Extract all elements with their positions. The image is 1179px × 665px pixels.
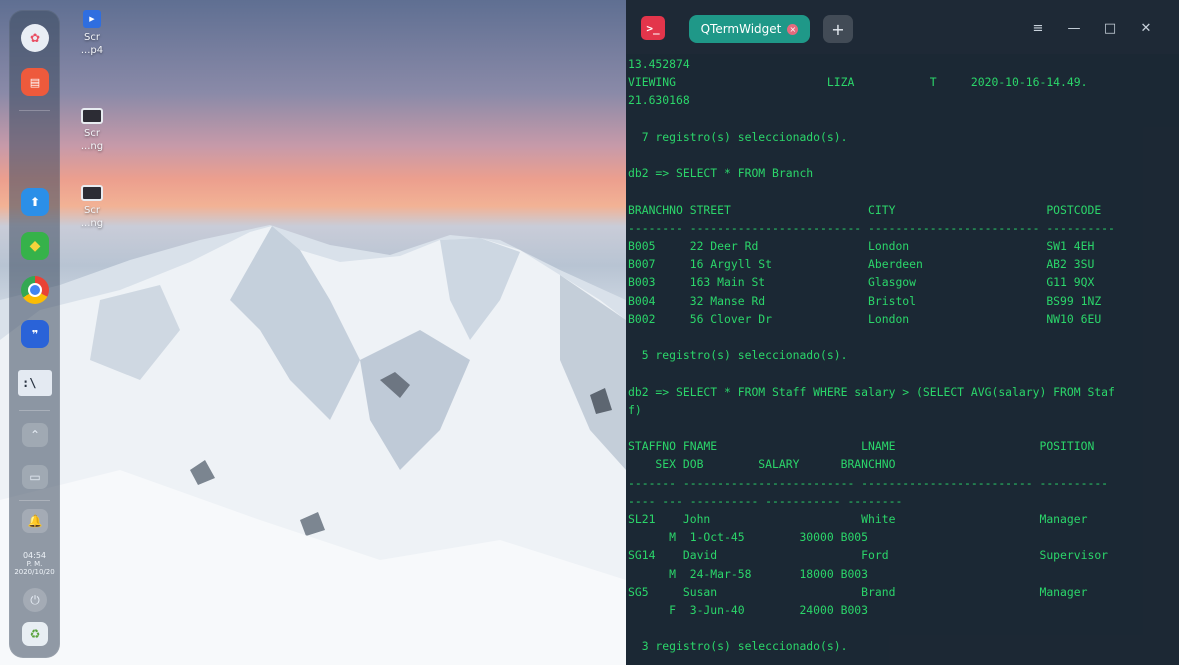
terminal-line: STAFFNO FNAME LNAME POSITION xyxy=(628,439,1095,454)
keyboard-icon[interactable]: ▭ xyxy=(22,465,48,489)
terminal-line: B007 16 Argyll St Aberdeen AB2 3SU xyxy=(628,257,1095,272)
terminal-line: 13.452874 xyxy=(628,57,690,71)
app-store-icon[interactable]: ⬆ xyxy=(21,188,49,216)
dock-separator xyxy=(19,500,50,501)
close-icon[interactable]: ✕ xyxy=(1135,18,1157,38)
desktop-file-name: Scr ...p4 xyxy=(72,31,112,57)
file-name-line1: Scr xyxy=(84,205,100,216)
terminal-line: M 1-Oct-45 30000 B005 xyxy=(628,530,869,545)
desktop-file-name: Scr ...ng xyxy=(72,204,112,230)
terminal-line: db2 => SELECT * FROM Staff WHERE salary … xyxy=(628,384,1115,399)
messaging-glyph: ❞ xyxy=(31,327,39,341)
add-tab-button[interactable]: + xyxy=(823,15,853,43)
terminal-line: B004 32 Manse Rd Bristol BS99 1NZ xyxy=(628,293,1102,308)
file-name-line1: Scr xyxy=(84,32,100,43)
terminal-line: f) xyxy=(628,402,642,417)
tab-label: QTermWidget xyxy=(700,22,782,36)
terminal-app-icon[interactable]: :\ xyxy=(18,370,52,396)
maximize-icon[interactable]: □ xyxy=(1099,18,1121,38)
cube-app-icon[interactable]: ◆ xyxy=(21,232,49,260)
terminal-line: 3 registro(s) seleccionado(s). xyxy=(628,639,848,654)
terminal-line: 5 registro(s) seleccionado(s). xyxy=(628,348,848,363)
file-name-line2: ...ng xyxy=(80,218,104,229)
dock-separator xyxy=(19,410,50,411)
terminal-line: BRANCHNO STREET CITY POSTCODE xyxy=(628,202,1102,217)
terminal-line: SG14 David Ford Supervisor xyxy=(628,548,1109,563)
desktop-file-png-2[interactable]: Scr ...ng xyxy=(72,185,112,230)
dock: ✿ ▤ ⬆ ◆ ❞ :\ ⌃ ▭ 🔔 04:54 P. M. 2020/10/2… xyxy=(9,10,60,658)
power-icon[interactable]: ⏻ xyxy=(23,588,47,612)
multitask-glyph: ▤ xyxy=(29,75,41,89)
chrome-center xyxy=(28,283,42,297)
minimize-icon[interactable]: — xyxy=(1063,18,1085,38)
terminal-line: SL21 John White Manager xyxy=(628,512,1088,526)
terminal-line: 21.630168 xyxy=(628,93,690,108)
png-file-icon xyxy=(81,185,103,201)
terminal-line: db2 => SELECT * FROM Branch xyxy=(628,166,814,181)
launcher-icon[interactable]: ✿ xyxy=(21,24,49,52)
desktop-file-name: Scr ...ng xyxy=(72,127,112,153)
chevron-up-icon[interactable]: ⌃ xyxy=(22,423,48,447)
terminal-line: SEX DOB SALARY BRANCHNO xyxy=(628,457,896,472)
terminal-line: 7 registro(s) seleccionado(s). xyxy=(628,129,848,144)
desktop-file-png-1[interactable]: Scr ...ng xyxy=(72,108,112,153)
file-name-line2: ...p4 xyxy=(80,45,104,56)
terminal-line: SG5 Susan Brand Manager xyxy=(628,584,1088,599)
terminal-glyph: :\ xyxy=(22,376,37,390)
terminal-line: ------- ------------------------- ------… xyxy=(628,475,1109,490)
terminal-logo-icon: >_ xyxy=(641,16,665,40)
menu-icon[interactable]: ≡ xyxy=(1027,18,1049,38)
terminal-line: B005 22 Deer Rd London SW1 4EH xyxy=(628,239,1095,253)
notification-bell-icon[interactable]: 🔔 xyxy=(22,509,48,533)
png-file-icon xyxy=(81,108,103,124)
terminal-line: B003 163 Main St Glasgow G11 9QX xyxy=(628,275,1095,290)
terminal-window[interactable]: >_ QTermWidget × + ≡ — □ ✕ 13.452874 VIEW… xyxy=(626,0,1179,665)
terminal-titlebar[interactable]: >_ QTermWidget × + ≡ — □ ✕ xyxy=(626,0,1179,54)
tab-close-icon[interactable]: × xyxy=(787,23,799,35)
clock-time: 04:54 xyxy=(22,551,47,560)
multitask-icon[interactable]: ▤ xyxy=(21,68,49,96)
launcher-glyph: ✿ xyxy=(29,31,41,45)
terminal-line: -------- ------------------------- -----… xyxy=(628,220,1115,235)
desktop-file-mp4[interactable]: ▶ Scr ...p4 xyxy=(72,10,112,57)
terminal-line: B002 56 Clover Dr London NW10 6EU xyxy=(628,311,1102,326)
terminal-line: ---- --- ---------- ----------- -------- xyxy=(628,493,903,508)
file-name-line2: ...ng xyxy=(80,141,104,152)
clock-date: 2020/10/20 xyxy=(14,568,55,576)
dock-separator xyxy=(19,110,50,111)
messaging-app-icon[interactable]: ❞ xyxy=(21,320,49,348)
file-name-line1: Scr xyxy=(84,128,100,139)
chrome-icon[interactable] xyxy=(21,276,49,304)
cube-glyph: ◆ xyxy=(29,238,41,254)
mp4-file-icon: ▶ xyxy=(83,10,101,28)
mountain-scene xyxy=(0,225,626,665)
app-store-glyph: ⬆ xyxy=(29,195,41,209)
terminal-output[interactable]: 13.452874 VIEWING LIZA T 2020-10-16-14.49… xyxy=(626,54,1179,665)
clock-ampm: P. M. xyxy=(26,560,43,568)
dock-clock[interactable]: 04:54 P. M. 2020/10/20 xyxy=(9,551,60,577)
terminal-line: F 3-Jun-40 24000 B003 xyxy=(628,603,869,617)
trash-icon[interactable]: ♻ xyxy=(22,622,48,646)
tab-qtermwidget[interactable]: QTermWidget × xyxy=(689,15,810,43)
terminal-line: VIEWING LIZA T 2020-10-16-14.49. xyxy=(628,75,1088,90)
desktop-wallpaper xyxy=(0,0,626,665)
terminal-line: M 24-Mar-58 18000 B003 xyxy=(628,566,869,581)
